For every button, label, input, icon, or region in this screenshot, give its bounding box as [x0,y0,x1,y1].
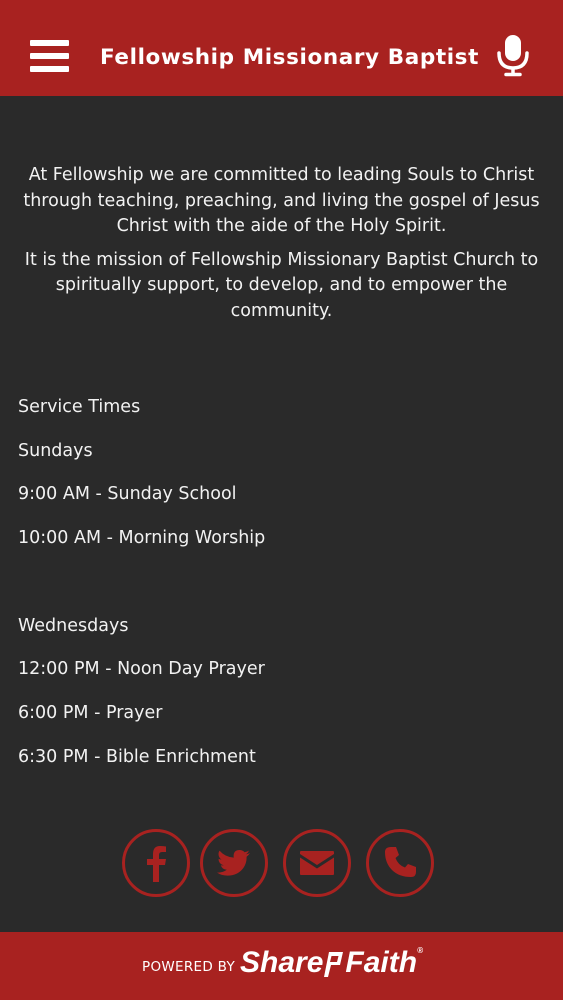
mission-statement: At Fellowship we are committed to leadin… [14,163,549,332]
mission-line: It is the mission of Fellowship Missiona… [24,249,539,270]
top-header-bar: Fellowship Missionary Baptist [0,0,563,96]
app-screen: Fellowship Missionary Baptist At Fellows… [0,0,563,1000]
wednesdays-label: Wednesdays [18,615,129,636]
service-item: 10:00 AM - Morning Worship [18,528,266,549]
hamburger-menu-icon[interactable] [30,38,70,74]
commitment-line: Christ with the aide of the Holy Spirit. [116,216,447,236]
brand-flag-icon [324,952,344,978]
sundays-label: Sundays [18,440,93,461]
phone-icon[interactable] [366,829,434,897]
mission-line: spiritually support, to develop, and to … [55,275,508,295]
brand-part1: Share [240,946,324,979]
app-title: Fellowship Missionary Baptist [100,45,479,70]
trademark-symbol: ® [417,946,423,955]
service-times-heading: Service Times [18,397,141,417]
facebook-icon[interactable] [122,829,190,897]
microphone-icon[interactable] [495,33,531,77]
footer-bar: POWERED BY Share Faith® [0,932,563,1000]
service-item: 12:00 PM - Noon Day Prayer [18,659,265,680]
mission-line: community. [230,300,333,321]
mission-paragraph: It is the mission of Fellowship Missiona… [14,248,549,325]
email-icon[interactable] [283,829,351,897]
commitment-paragraph: At Fellowship we are committed to leadin… [14,163,549,240]
service-item: 6:00 PM - Prayer [18,703,163,724]
powered-by-label: POWERED BY [142,959,236,975]
commitment-line: At Fellowship we are committed to leadin… [28,165,535,185]
service-item: 6:30 PM - Bible Enrichment [18,746,256,767]
sharefaith-logo[interactable]: Share Faith® [240,946,423,986]
social-links [122,829,442,897]
commitment-line: through teaching, preaching, and living … [23,190,540,211]
brand-part2: Faith [345,946,418,979]
service-times: Service Times Sundays 9:00 AM - Sunday S… [18,394,538,788]
service-item: 9:00 AM - Sunday School [18,484,237,505]
twitter-icon[interactable] [200,829,268,897]
